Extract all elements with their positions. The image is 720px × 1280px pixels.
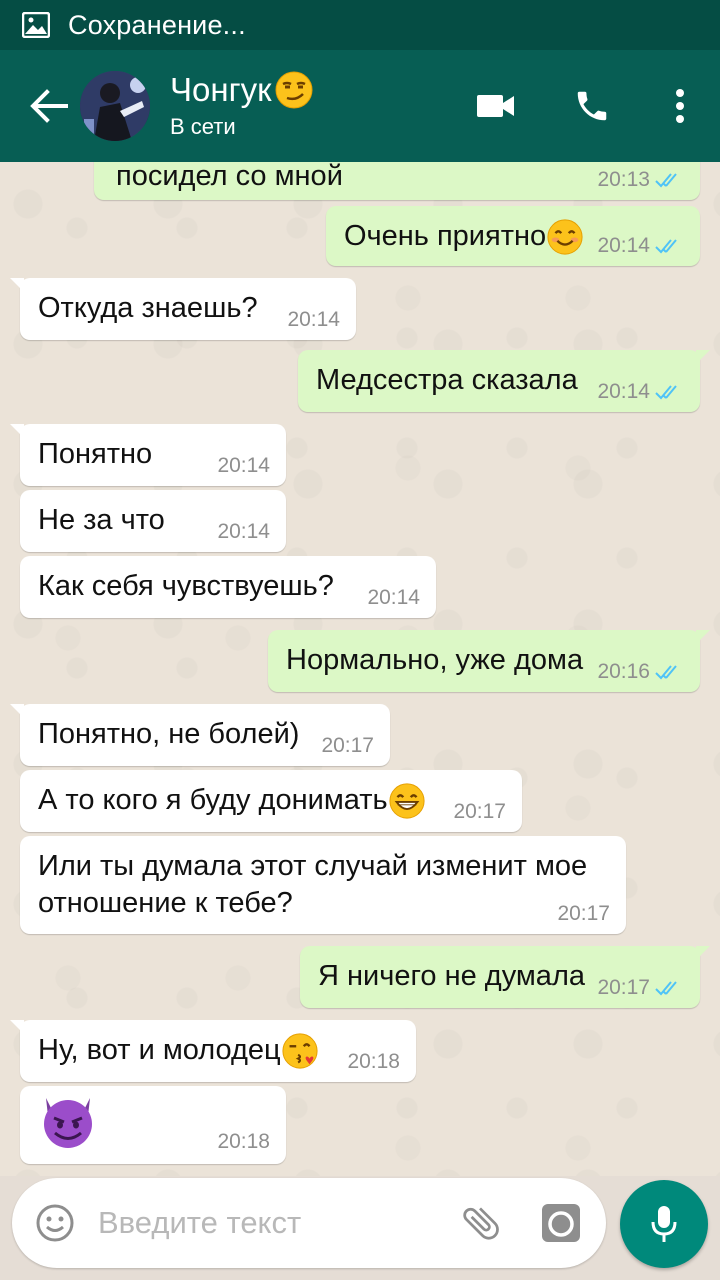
message-time: 20:14 <box>597 380 650 403</box>
back-arrow-icon <box>30 89 68 123</box>
message-time: 20:14 <box>597 234 650 257</box>
message-text: Я ничего не думала <box>318 960 585 992</box>
message-text: Понятно <box>38 438 153 470</box>
message-time: 20:14 <box>367 586 420 609</box>
message-bubble[interactable]: Понятно, не болей) 20:17 <box>10 704 390 766</box>
message-bubble[interactable]: Очень приятно 20:14 <box>326 206 700 266</box>
message-time: 20:14 <box>287 308 340 331</box>
message-text: Очень приятно <box>344 218 584 256</box>
emoji-icon <box>36 1204 74 1242</box>
message-bubble[interactable]: Я ничего не думала 20:17 <box>300 946 710 1008</box>
message-text: Ну, вот и молодец <box>38 1032 319 1070</box>
devil-emoji-icon <box>44 1098 92 1148</box>
message-meta: 20:16 <box>597 660 684 684</box>
message-bubble[interactable]: Медсестра сказала 20:14 <box>298 350 710 412</box>
message-meta: 20:17 <box>321 734 374 758</box>
chat-header: Чонгук В сети <box>0 50 720 162</box>
message-meta: 20:17 <box>597 976 684 1000</box>
message-meta: 20:17 <box>557 902 610 926</box>
message-meta: 20:18 <box>217 1130 270 1154</box>
message-time: 20:13 <box>597 168 650 191</box>
message-meta: 20:14 <box>217 520 270 544</box>
back-button[interactable] <box>0 50 70 162</box>
chat-area[interactable]: посидел со мной 20:13 Очень приятно 20:1… <box>0 162 720 1176</box>
message-bubble[interactable]: Нормально, уже дома 20:16 <box>268 630 710 692</box>
message-time: 20:17 <box>453 800 506 823</box>
double-check-icon <box>655 981 677 996</box>
avatar[interactable] <box>80 71 150 141</box>
message-meta: 20:13 <box>597 168 684 192</box>
message-text: А то кого я буду донимать <box>38 782 426 820</box>
emoji-button[interactable] <box>12 1203 98 1243</box>
message-text: посидел со мной <box>116 162 343 192</box>
message-bubble[interactable]: 20:18 <box>20 1086 286 1164</box>
message-time: 20:14 <box>217 520 270 543</box>
message-text: Понятно, не болей) <box>38 718 300 750</box>
message-bubble[interactable]: Как себя чувствуешь? 20:14 <box>20 556 436 618</box>
camera-icon <box>542 1204 580 1242</box>
contact-info[interactable]: Чонгук В сети <box>170 70 448 142</box>
mic-icon <box>651 1206 677 1242</box>
status-text: Сохранение... <box>68 9 246 40</box>
double-check-icon <box>655 665 677 680</box>
image-icon <box>22 12 50 38</box>
phone-icon <box>577 91 607 121</box>
message-text: Медсестра сказала <box>316 364 578 396</box>
more-vert-icon <box>676 89 684 123</box>
message-time: 20:17 <box>321 734 374 757</box>
attach-icon <box>463 1207 499 1240</box>
message-meta: 20:14 <box>217 454 270 478</box>
message-input-bar: Введите текст <box>12 1178 606 1268</box>
voice-call-button[interactable] <box>544 50 640 162</box>
double-check-icon <box>655 385 677 400</box>
message-time: 20:17 <box>597 976 650 999</box>
message-meta: 20:14 <box>367 586 420 610</box>
message-meta: 20:17 <box>453 800 506 824</box>
message-text: Не за что <box>38 504 165 536</box>
message-meta: 20:14 <box>287 308 340 332</box>
message-bubble[interactable]: посидел со мной 20:13 <box>94 162 700 200</box>
double-check-icon <box>655 173 677 188</box>
message-bubble[interactable]: А то кого я буду донимать 20:17 <box>20 770 522 832</box>
message-bubble[interactable]: Не за что 20:14 <box>20 490 286 552</box>
message-text: Нормально, уже дома <box>286 644 584 676</box>
message-time: 20:16 <box>597 660 650 683</box>
video-call-button[interactable] <box>448 50 544 162</box>
message-input[interactable]: Введите текст <box>98 1205 446 1241</box>
message-text: Откуда знаешь? <box>38 292 258 324</box>
message-time: 20:14 <box>217 454 270 477</box>
contact-status: В сети <box>170 114 236 139</box>
message-bubble[interactable]: Ну, вот и молодец 20:18 <box>10 1020 416 1082</box>
message-time: 20:18 <box>347 1050 400 1073</box>
message-bubble[interactable]: Понятно 20:14 <box>10 424 286 486</box>
smile-emoji-icon <box>547 219 583 255</box>
message-time: 20:18 <box>217 1130 270 1153</box>
smirk-emoji-icon <box>275 71 313 109</box>
message-text: Или ты думала этот случай изменит мое от… <box>38 850 588 919</box>
voice-record-button[interactable] <box>620 1180 708 1268</box>
message-bubble[interactable]: Или ты думала этот случай изменит мое от… <box>20 836 626 934</box>
message-meta: 20:18 <box>347 1050 400 1074</box>
message-meta: 20:14 <box>597 234 684 258</box>
message-time: 20:17 <box>557 902 610 925</box>
more-menu-button[interactable] <box>640 50 720 162</box>
double-check-icon <box>655 239 677 254</box>
camera-button[interactable] <box>516 1202 606 1244</box>
message-text: Как себя чувствуешь? <box>38 570 334 602</box>
grin-emoji-icon <box>389 783 425 819</box>
message-bubble[interactable]: Откуда знаешь? 20:14 <box>10 278 356 340</box>
attach-button[interactable] <box>446 1201 516 1245</box>
contact-name: Чонгук <box>170 70 448 110</box>
kiss-emoji-icon <box>282 1033 318 1069</box>
status-bar: Сохранение... <box>0 0 720 50</box>
video-call-icon <box>477 95 514 117</box>
message-meta: 20:14 <box>597 380 684 404</box>
